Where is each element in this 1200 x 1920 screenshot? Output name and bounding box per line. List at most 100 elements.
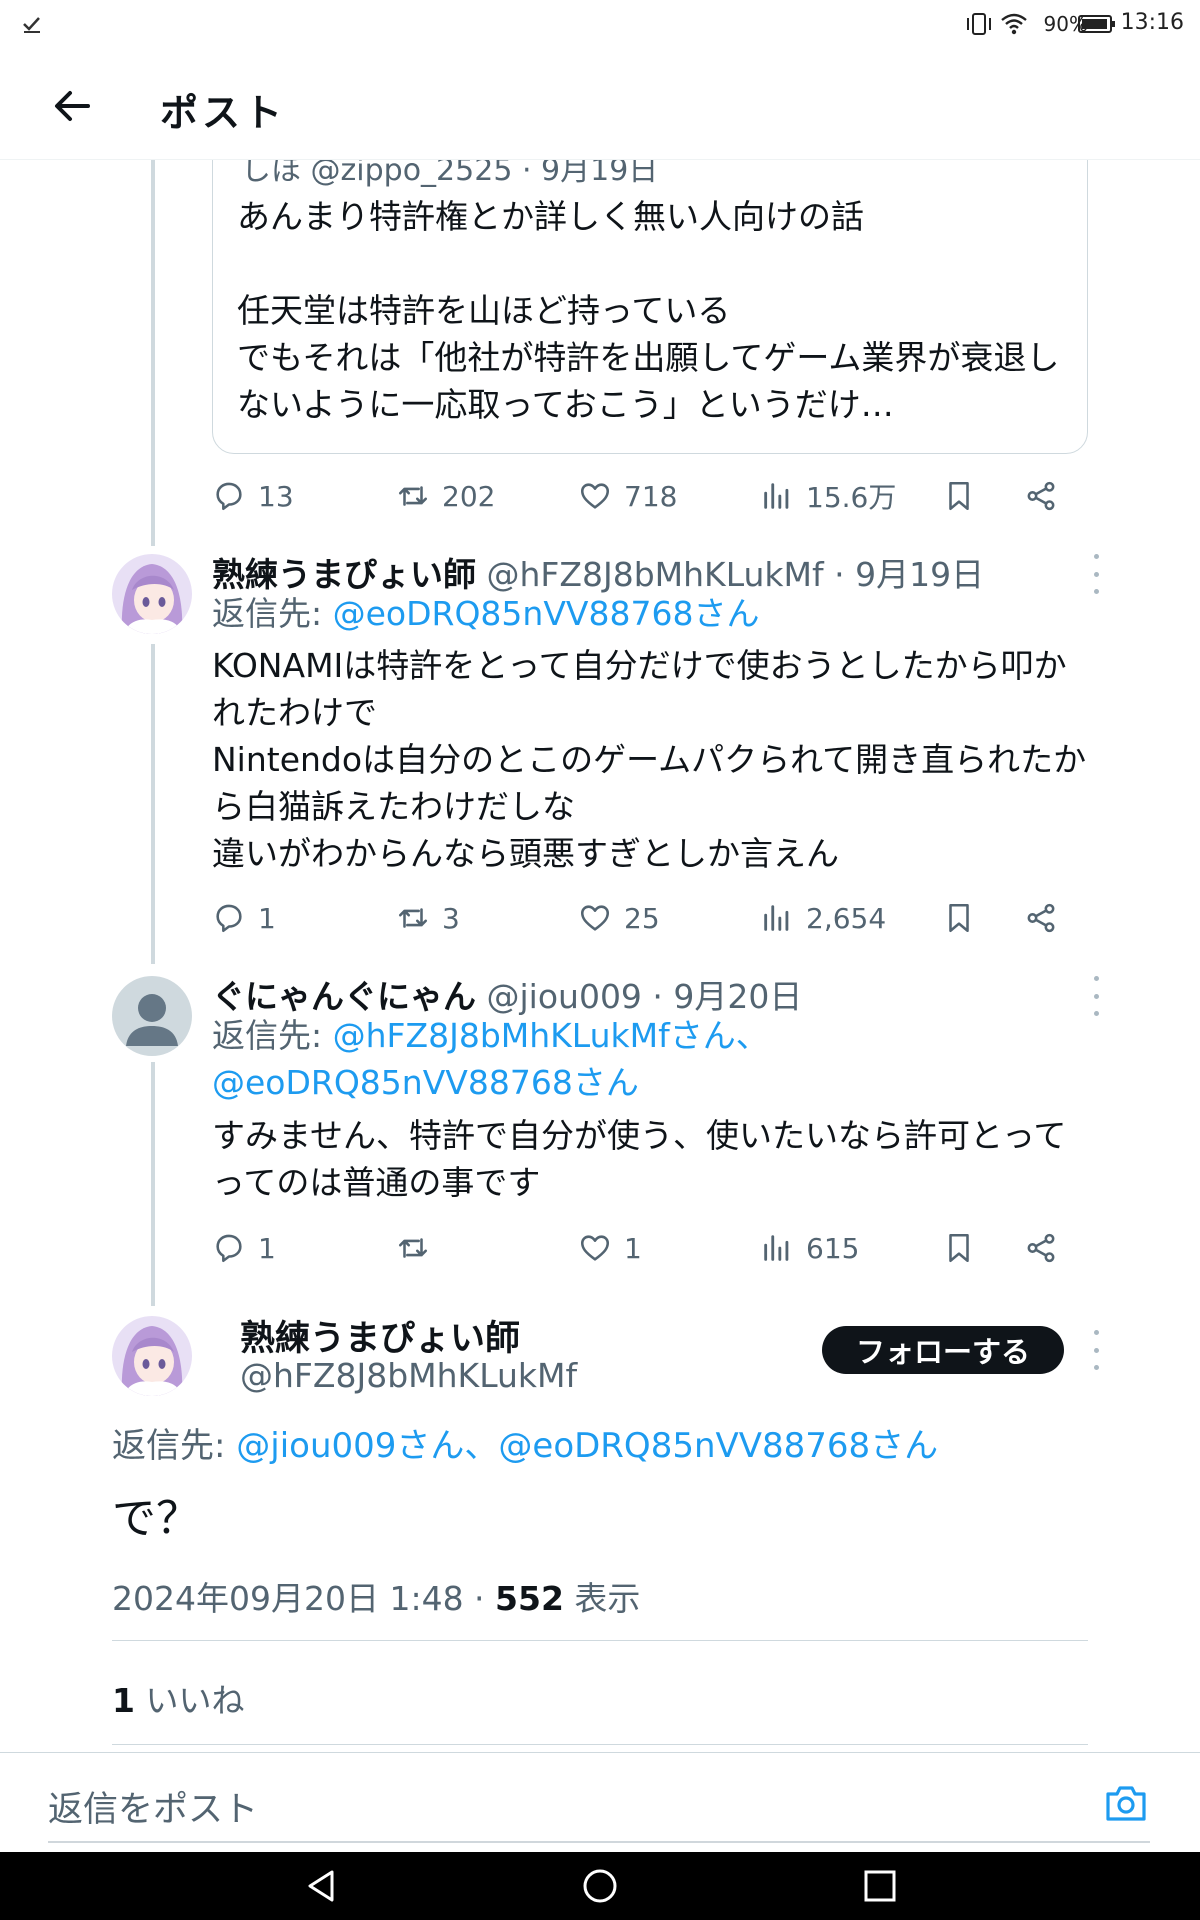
views-count: 615 bbox=[806, 1231, 860, 1265]
bookmark-button[interactable] bbox=[942, 1224, 988, 1272]
repost-icon bbox=[398, 908, 428, 928]
reply-to-prefix: 返信先: bbox=[212, 1016, 333, 1055]
system-navigation-bar bbox=[0, 1852, 1200, 1920]
views-count: 15.6万 bbox=[806, 481, 897, 514]
like-count: 1 bbox=[624, 1231, 642, 1265]
reply-to-line: 返信先: @eoDRQ85nVV88768さん bbox=[212, 590, 1092, 637]
likes-label: いいね bbox=[134, 1681, 245, 1720]
bookmark-button[interactable] bbox=[942, 472, 988, 520]
more-icon[interactable] bbox=[1090, 976, 1102, 1016]
quoted-post-card[interactable]: しほ @zippo_2525 · 9月19日 あんまり特許権とか詳しく無い人向け… bbox=[212, 110, 1088, 454]
reply-count: 1 bbox=[258, 901, 276, 935]
post-action-bar: 1 3 25 2,654 bbox=[212, 894, 1092, 942]
wifi-icon bbox=[1001, 13, 1027, 35]
reply-to-prefix: 返信先: bbox=[212, 594, 333, 633]
anime-girl-avatar-icon bbox=[112, 1316, 192, 1396]
reply-button[interactable]: 1 bbox=[212, 1224, 276, 1272]
post-date: · 9月20日 bbox=[641, 977, 803, 1016]
share-icon bbox=[1027, 481, 1055, 511]
views-icon bbox=[764, 905, 789, 931]
post-action-bar: 1 1 615 bbox=[212, 1224, 1092, 1272]
bookmark-icon bbox=[949, 1233, 969, 1263]
views-count: 2,654 bbox=[806, 901, 887, 935]
reply-icon bbox=[216, 904, 242, 933]
views-button[interactable]: 615 bbox=[760, 1224, 859, 1272]
reply-to-line: 返信先: @jiou009さん、@eoDRQ85nVV88768さん bbox=[112, 1418, 938, 1467]
like-icon bbox=[580, 483, 610, 509]
repost-icon bbox=[398, 486, 428, 506]
bookmark-icon bbox=[949, 903, 969, 933]
reply-to-link[interactable]: @eoDRQ85nVV88768さん bbox=[333, 594, 760, 633]
reply-input[interactable]: 返信をポスト bbox=[48, 1781, 258, 1832]
post-action-bar: 13 202 718 15.6万 bbox=[212, 472, 1092, 520]
share-button[interactable] bbox=[1024, 1224, 1070, 1272]
avatar[interactable] bbox=[112, 976, 192, 1056]
reply-button[interactable]: 13 bbox=[212, 472, 294, 520]
avatar[interactable] bbox=[112, 554, 192, 634]
like-icon bbox=[580, 1235, 610, 1261]
repost-icon bbox=[398, 1238, 428, 1258]
likes-count: 1 bbox=[112, 1681, 135, 1720]
reply-button[interactable]: 1 bbox=[212, 894, 276, 942]
reply-count: 13 bbox=[258, 479, 294, 513]
reply-icon bbox=[216, 482, 242, 511]
display-name: ぐにゃんぐにゃん bbox=[212, 977, 476, 1016]
display-name[interactable]: 熟練うまぴょい師 bbox=[240, 1310, 520, 1361]
post-meta: 2024年09月20日 1:48 · 552 表示 bbox=[112, 1572, 640, 1620]
user-handle: @hFZ8J8bMhKLukMf bbox=[486, 555, 824, 594]
view-count: 552 bbox=[495, 1579, 564, 1618]
nav-home-icon[interactable] bbox=[582, 1868, 618, 1904]
user-handle[interactable]: @hFZ8J8bMhKLukMf bbox=[240, 1356, 577, 1395]
reply-to-link[interactable]: @jiou009さん、@eoDRQ85nVV88768さん bbox=[236, 1426, 938, 1466]
status-bar: 90% 13:16 bbox=[0, 0, 1200, 52]
reply-icon bbox=[216, 1234, 242, 1263]
like-count: 718 bbox=[624, 479, 678, 513]
reply-to-line: 返信先: @hFZ8J8bMhKLukMfさん、 @eoDRQ85nVV8876… bbox=[212, 1012, 1092, 1106]
post-text: すみません、特許で自分が使う、使いたいなら許可とってってのは普通の事です bbox=[212, 1116, 1067, 1202]
like-count: 25 bbox=[624, 901, 660, 935]
bookmark-button[interactable] bbox=[942, 894, 988, 942]
page-title: ポスト bbox=[160, 91, 287, 135]
thread-line bbox=[151, 1062, 155, 1306]
reply-to-link[interactable]: @hFZ8J8bMhKLukMfさん、 bbox=[333, 1016, 769, 1055]
share-button[interactable] bbox=[1024, 894, 1070, 942]
repost-count: 3 bbox=[442, 901, 460, 935]
repost-button[interactable]: 202 bbox=[396, 472, 495, 520]
post-text: KONAMIは特許をとって自分だけで使おうとしたから叩かれたわけで Ninten… bbox=[212, 646, 1087, 873]
clock: 13:16 bbox=[1120, 10, 1184, 35]
top-app-bar: ポスト bbox=[0, 52, 1200, 160]
reply-author[interactable]: ぐにゃんぐにゃん @jiou009 · 9月20日 bbox=[212, 970, 802, 1018]
follow-button[interactable]: フォローする bbox=[822, 1326, 1064, 1374]
repost-button[interactable] bbox=[396, 1224, 442, 1272]
reply-count: 1 bbox=[258, 1231, 276, 1265]
back-arrow-icon[interactable] bbox=[48, 82, 96, 130]
like-button[interactable]: 718 bbox=[578, 472, 677, 520]
more-icon[interactable] bbox=[1090, 554, 1102, 594]
avatar[interactable] bbox=[112, 1316, 192, 1396]
nav-back-icon[interactable] bbox=[304, 1868, 340, 1904]
reply-composer[interactable]: 返信をポスト bbox=[0, 1752, 1200, 1852]
default-profile-icon bbox=[112, 976, 192, 1056]
camera-icon[interactable] bbox=[1104, 1783, 1148, 1823]
like-icon bbox=[580, 905, 610, 931]
like-button[interactable]: 1 bbox=[578, 1224, 642, 1272]
views-button[interactable]: 2,654 bbox=[760, 894, 886, 942]
reply-author[interactable]: 熟練うまぴょい師 @hFZ8J8bMhKLukMf · 9月19日 bbox=[212, 548, 984, 596]
likes-summary[interactable]: 1 いいね bbox=[112, 1674, 244, 1722]
share-button[interactable] bbox=[1024, 472, 1070, 520]
display-name: 熟練うまぴょい師 bbox=[212, 555, 476, 594]
more-icon[interactable] bbox=[1090, 1330, 1102, 1370]
like-button[interactable]: 25 bbox=[578, 894, 660, 942]
post-timestamp: 2024年09月20日 1:48 · bbox=[112, 1579, 496, 1618]
reply-to-link[interactable]: @eoDRQ85nVV88768さん bbox=[212, 1063, 639, 1102]
quoted-post-text: あんまり特許権とか詳しく無い人向けの話 任天堂は特許を山ほど持っている でもそれ… bbox=[237, 197, 1060, 424]
reply-to-prefix: 返信先: bbox=[112, 1426, 237, 1466]
divider bbox=[112, 1744, 1088, 1745]
battery-icon bbox=[1078, 15, 1115, 33]
repost-button[interactable]: 3 bbox=[396, 894, 460, 942]
share-icon bbox=[1027, 1233, 1055, 1263]
views-button[interactable]: 15.6万 bbox=[760, 472, 896, 520]
user-handle: @jiou009 bbox=[486, 977, 642, 1016]
nav-recents-icon[interactable] bbox=[862, 1868, 898, 1904]
views-icon bbox=[764, 483, 789, 509]
